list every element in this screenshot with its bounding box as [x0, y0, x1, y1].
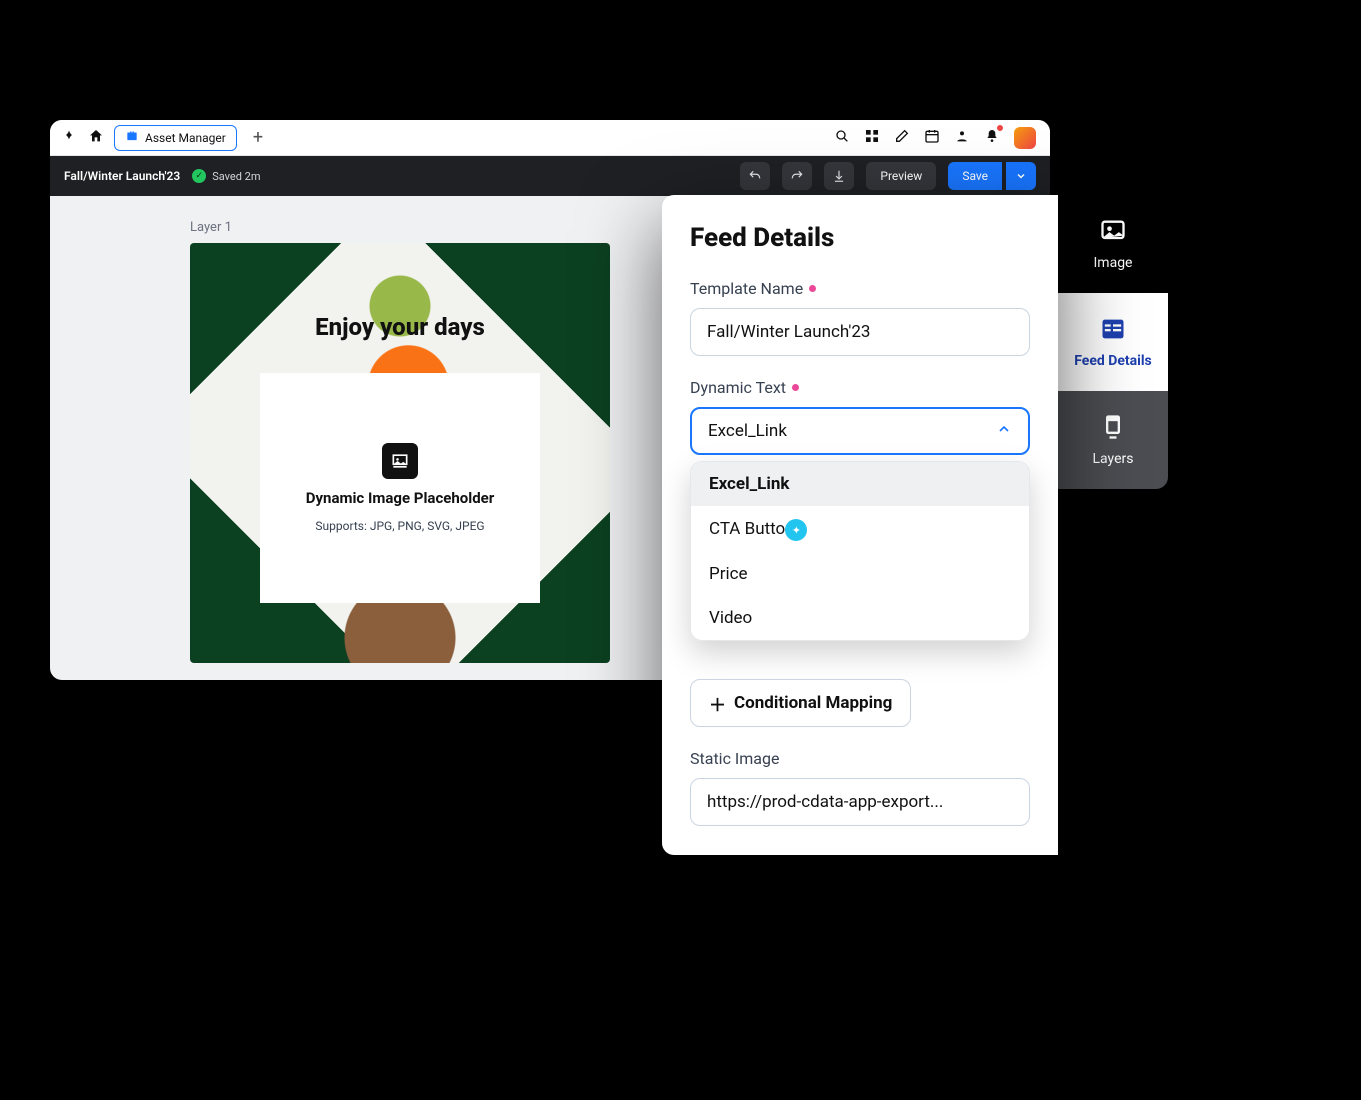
- home-icon[interactable]: [88, 128, 104, 148]
- dropdown-option[interactable]: CTA Buttons ✦: [691, 506, 1029, 552]
- placeholder-title: Dynamic Image Placeholder: [306, 489, 495, 509]
- required-indicator-icon: [809, 285, 816, 292]
- feed-details-panel: Feed Details Template Name Dynamic Text …: [662, 195, 1058, 855]
- conditional-mapping-button[interactable]: ＋ Conditional Mapping: [690, 679, 911, 727]
- titlebar: Asset Manager +: [50, 120, 1050, 156]
- side-rail: Image Feed Details Layers: [1058, 195, 1168, 489]
- static-image-group: Static Image: [690, 749, 1030, 826]
- required-indicator-icon: [792, 384, 799, 391]
- dynamic-text-label: Dynamic Text: [690, 378, 786, 397]
- preview-button[interactable]: Preview: [866, 162, 936, 190]
- tab-image[interactable]: Image: [1058, 195, 1168, 293]
- undo-button[interactable]: [740, 162, 770, 190]
- cursor-icon: ✦: [785, 519, 807, 541]
- open-tab-asset-manager[interactable]: Asset Manager: [114, 125, 237, 151]
- tab-layers[interactable]: Layers: [1058, 391, 1168, 489]
- canvas-heading: Enjoy your days: [315, 313, 485, 341]
- avatar[interactable]: [1014, 127, 1036, 149]
- project-toolbar: Fall/Winter Launch'23 ✓ Saved 2m Preview…: [50, 156, 1050, 196]
- saved-text: Saved 2m: [212, 170, 260, 183]
- dropdown-option[interactable]: Excel_Link: [691, 462, 1029, 506]
- dynamic-text-dropdown: Excel_Link CTA Buttons ✦ Price Video: [690, 461, 1030, 641]
- download-button[interactable]: [824, 162, 854, 190]
- canvas[interactable]: Enjoy your days Dynamic Image Placeholde…: [190, 243, 610, 663]
- calendar-icon[interactable]: [924, 128, 940, 148]
- placeholder-subtitle: Supports: JPG, PNG, SVG, JPEG: [315, 519, 484, 533]
- tab-layers-label: Layers: [1093, 451, 1134, 467]
- dropdown-option[interactable]: Video: [691, 596, 1029, 640]
- dropdown-option[interactable]: Price: [691, 552, 1029, 596]
- save-button[interactable]: Save: [948, 162, 1002, 190]
- dynamic-text-value: Excel_Link: [708, 421, 787, 441]
- app-logo-icon: [60, 129, 78, 147]
- static-image-label: Static Image: [690, 749, 779, 768]
- dynamic-text-select[interactable]: Excel_Link: [690, 407, 1030, 455]
- check-icon: ✓: [192, 169, 206, 183]
- grid-icon[interactable]: [864, 128, 880, 148]
- saved-indicator: ✓ Saved 2m: [192, 169, 260, 183]
- chevron-up-icon: [996, 421, 1012, 442]
- tab-image-label: Image: [1094, 255, 1133, 271]
- notification-badge: [996, 124, 1004, 132]
- search-icon[interactable]: [834, 128, 850, 148]
- tab-feed-label: Feed Details: [1074, 353, 1152, 369]
- redo-button[interactable]: [782, 162, 812, 190]
- plus-icon: ＋: [709, 691, 726, 716]
- tab-label: Asset Manager: [145, 131, 226, 145]
- tab-feed-details[interactable]: Feed Details: [1058, 293, 1168, 391]
- new-tab-button[interactable]: +: [247, 127, 269, 148]
- save-dropdown-button[interactable]: [1006, 162, 1036, 190]
- conditional-mapping-label: Conditional Mapping: [734, 693, 892, 713]
- panel-title: Feed Details: [690, 223, 1030, 253]
- static-image-input[interactable]: [690, 778, 1030, 826]
- notifications-icon[interactable]: [984, 128, 1000, 148]
- image-placeholder-card[interactable]: Dynamic Image Placeholder Supports: JPG,…: [260, 373, 540, 603]
- titlebar-actions: [834, 127, 1040, 149]
- image-placeholder-icon: [382, 443, 418, 479]
- edit-icon[interactable]: [894, 128, 910, 148]
- template-name-input[interactable]: [690, 308, 1030, 356]
- project-name: Fall/Winter Launch'23: [64, 169, 180, 183]
- template-name-label: Template Name: [690, 279, 803, 298]
- users-icon[interactable]: [954, 128, 970, 148]
- briefcase-icon: [125, 129, 139, 146]
- template-name-group: Template Name: [690, 279, 1030, 356]
- dynamic-text-group: Dynamic Text Excel_Link Excel_Link CTA B…: [690, 378, 1030, 641]
